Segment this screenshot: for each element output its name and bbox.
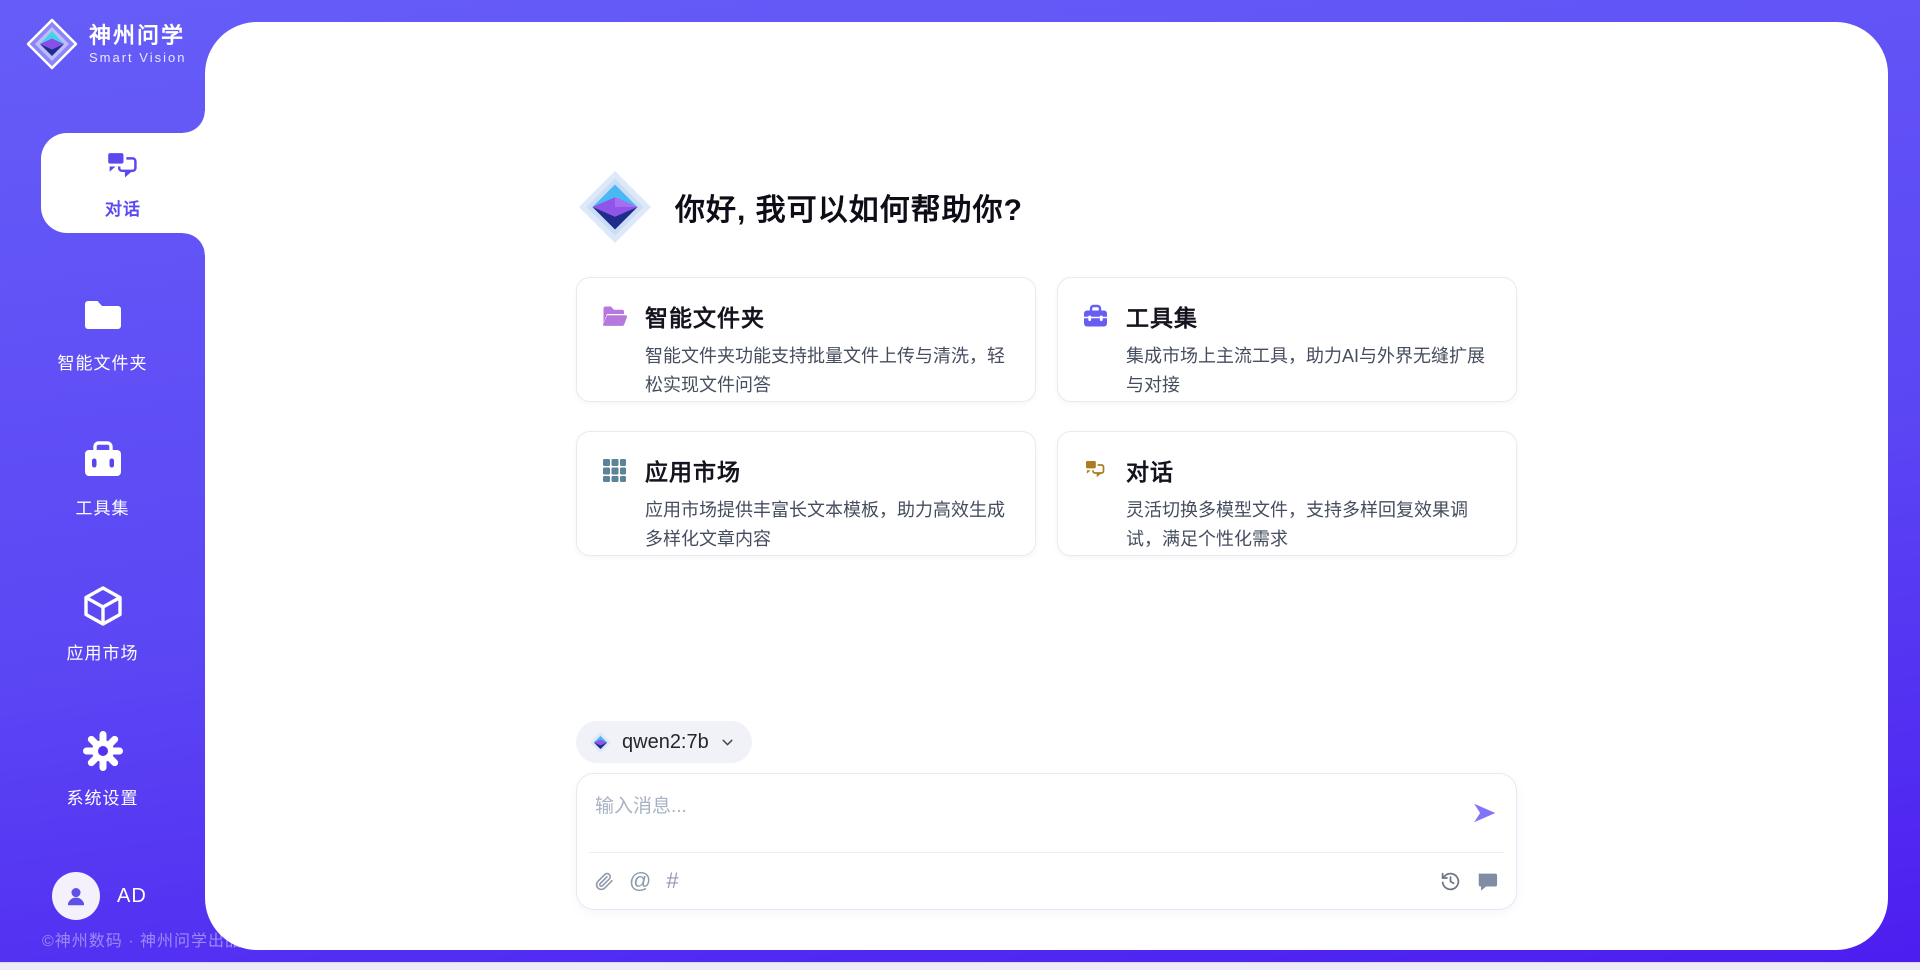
chevron-down-icon — [719, 734, 736, 751]
chat-bubbles-icon — [1082, 457, 1109, 484]
gem-logo-icon — [26, 18, 78, 70]
brand-gem-icon — [576, 165, 654, 249]
chat-bubble-icon[interactable] — [1476, 870, 1498, 892]
paperclip-icon[interactable] — [595, 872, 614, 891]
folder-open-icon — [601, 303, 628, 330]
sidebar-item-label: 系统设置 — [67, 784, 139, 809]
card-title: 应用市场 — [645, 453, 741, 487]
sidebar-item-toolset[interactable]: 工具集 — [0, 439, 205, 519]
gear-icon — [81, 729, 125, 773]
grid-icon — [601, 457, 628, 484]
card-desc: 灵活切换多模型文件，支持多样回复效果调试，满足个性化需求 — [1126, 496, 1490, 554]
model-name: qwen2:7b — [622, 731, 709, 754]
sidebar: 神州问学 Smart Vision 对话 智能文件夹 工具集 — [0, 0, 205, 970]
brand-subtitle: Smart Vision — [89, 50, 186, 65]
card-toolset[interactable]: 工具集 集成市场上主流工具，助力AI与外界无缝扩展与对接 — [1057, 277, 1517, 402]
card-desc: 集成市场上主流工具，助力AI与外界无缝扩展与对接 — [1126, 342, 1490, 400]
main-panel: 你好, 我可以如何帮助你? 智能文件夹 智能文件夹功能支持批量文件上传与清洗，轻… — [205, 22, 1888, 950]
gem-logo-icon — [589, 731, 612, 754]
cube-icon — [81, 584, 125, 628]
briefcase-icon — [1082, 303, 1109, 330]
card-desc: 智能文件夹功能支持批量文件上传与清洗，轻松实现文件问答 — [645, 342, 1009, 400]
greeting-row: 你好, 我可以如何帮助你? — [576, 165, 1517, 249]
card-app-market[interactable]: 应用市场 应用市场提供丰富长文本模板，助力高效生成多样化文章内容 — [576, 431, 1036, 556]
composer-toolbar: @ # — [577, 853, 1516, 909]
sidebar-item-label: 应用市场 — [67, 639, 139, 664]
card-title: 对话 — [1126, 453, 1174, 487]
hash-icon[interactable]: # — [666, 870, 678, 892]
sidebar-item-label: 对话 — [105, 195, 141, 220]
briefcase-icon — [81, 439, 125, 483]
brand-title: 神州问学 — [89, 24, 186, 48]
person-icon — [63, 883, 89, 909]
card-desc: 应用市场提供丰富长文本模板，助力高效生成多样化文章内容 — [645, 496, 1009, 554]
card-title: 智能文件夹 — [645, 299, 765, 333]
sidebar-item-app-market[interactable]: 应用市场 — [0, 584, 205, 664]
user-name: AD — [117, 885, 147, 908]
model-selector[interactable]: qwen2:7b — [576, 721, 752, 763]
window-bottom-strip — [0, 962, 1920, 970]
sidebar-item-label: 智能文件夹 — [58, 349, 148, 374]
sidebar-item-settings[interactable]: 系统设置 — [0, 729, 205, 809]
card-chat[interactable]: 对话 灵活切换多模型文件，支持多样回复效果调试，满足个性化需求 — [1057, 431, 1517, 556]
avatar — [52, 872, 100, 920]
greeting-text: 你好, 我可以如何帮助你? — [675, 185, 1023, 229]
at-sign-icon[interactable]: @ — [629, 870, 651, 892]
sidebar-item-chat[interactable]: 对话 — [41, 133, 205, 233]
history-icon[interactable] — [1440, 871, 1461, 892]
card-title: 工具集 — [1126, 299, 1198, 333]
message-composer: @ # — [576, 773, 1517, 910]
main-content: 你好, 我可以如何帮助你? 智能文件夹 智能文件夹功能支持批量文件上传与清洗，轻… — [576, 22, 1517, 910]
send-icon[interactable] — [1472, 800, 1498, 826]
sidebar-item-label: 工具集 — [76, 494, 130, 519]
brand-logo: 神州问学 Smart Vision — [26, 18, 186, 70]
feature-cards: 智能文件夹 智能文件夹功能支持批量文件上传与清洗，轻松实现文件问答 工具集 集成… — [576, 277, 1517, 556]
folder-icon — [81, 294, 125, 338]
user-profile[interactable]: AD — [52, 872, 147, 920]
message-input[interactable] — [577, 774, 1516, 852]
copyright-text: ©神州数码 · 神州问学出品 — [42, 927, 242, 951]
sidebar-item-smart-folder[interactable]: 智能文件夹 — [0, 294, 205, 374]
model-selector-row: qwen2:7b — [576, 721, 1517, 763]
chat-bubbles-icon — [102, 146, 144, 188]
card-smart-folder[interactable]: 智能文件夹 智能文件夹功能支持批量文件上传与清洗，轻松实现文件问答 — [576, 277, 1036, 402]
